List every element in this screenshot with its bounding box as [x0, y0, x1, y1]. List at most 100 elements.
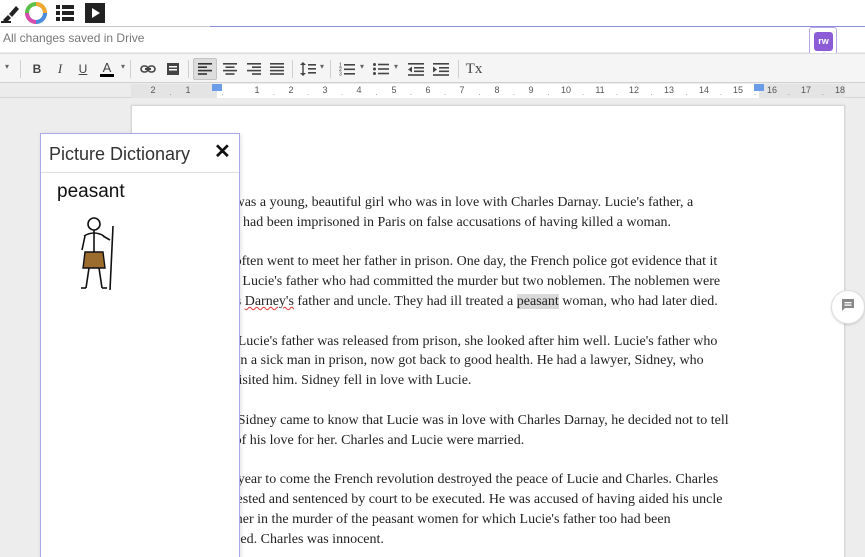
- ruler-tick: ·: [581, 90, 585, 99]
- rw-extension-badge[interactable]: rw: [809, 27, 837, 64]
- numbered-list-icon[interactable]: 123: [336, 58, 358, 80]
- text-color-swatch: [100, 73, 114, 77]
- align-left-icon[interactable]: [193, 58, 217, 80]
- clear-formatting-label: Tx: [465, 60, 483, 77]
- svg-text:3: 3: [339, 72, 342, 77]
- close-icon[interactable]: ✕: [214, 139, 231, 164]
- picture-dictionary-panel: Picture Dictionary ✕ peasant: [40, 133, 240, 557]
- highlighted-word[interactable]: peasant: [516, 293, 559, 309]
- align-right-icon[interactable]: [243, 58, 265, 80]
- ruler-tick: ·: [615, 90, 619, 99]
- ruler-number: 6: [425, 85, 431, 95]
- toolbar-divider: [188, 60, 189, 78]
- ruler-tick: ·: [340, 90, 344, 99]
- increase-indent-icon[interactable]: [429, 58, 453, 80]
- highlighter-icon[interactable]: [0, 2, 22, 24]
- ruler-number: 15: [732, 85, 744, 95]
- ruler-number: 16: [766, 85, 778, 95]
- ruler-number: 4: [356, 85, 362, 95]
- ruler-tick: ·: [547, 90, 550, 99]
- text-span: woman, who had later died.: [558, 293, 718, 309]
- ruler-number: 9: [528, 85, 534, 95]
- document-body[interactable]: ie was a young, beautiful girl who was i…: [221, 193, 781, 557]
- text-line: ie of his love for her. Charles and Luci…: [221, 432, 525, 448]
- paragraph: he year to come the French revolution de…: [221, 470, 781, 549]
- rw-puzzle-icon: rw: [814, 32, 833, 51]
- text-color-dropdown-caret[interactable]: ▾: [121, 62, 125, 71]
- numbered-list-dropdown-caret[interactable]: ▾: [360, 62, 364, 71]
- ruler-tick: ·: [443, 90, 447, 99]
- toolbar-divider: [330, 60, 331, 78]
- ruler-number: 14: [698, 85, 710, 95]
- ruler: 2 1 1 2 3 4 5 6 7 8 9 10 11 12 13 14 15 16 17 18 · · · · · · · · · · ·…: [0, 84, 865, 99]
- insert-comment-icon[interactable]: [162, 58, 184, 80]
- color-wheel-icon[interactable]: [25, 2, 47, 24]
- text-line: been a sick man in prison, now got back …: [221, 353, 704, 369]
- ruler-tick: ·: [753, 90, 757, 99]
- ruler-tick: ·: [375, 90, 378, 99]
- text-span: father and uncle. They had ill treated a: [293, 293, 517, 309]
- bulleted-list-icon[interactable]: [370, 58, 392, 80]
- ruler-number: 2: [288, 85, 294, 95]
- text-line: arrested and sentenced by court to be ex…: [221, 491, 723, 507]
- align-justify-icon[interactable]: [266, 58, 288, 80]
- toolbar-divider: [130, 60, 131, 78]
- ruler-tick: ·: [650, 90, 653, 99]
- text-line: father in the murder of the peasant wome…: [221, 511, 671, 527]
- underline-button[interactable]: U: [73, 58, 93, 80]
- text-line: he year to come the French revolution de…: [221, 472, 719, 488]
- ruler-tick: ·: [719, 90, 723, 99]
- text-line: rles Darney's father and uncle. They had…: [221, 292, 781, 312]
- text-line: en Sidney came to know that Lucie was in…: [221, 412, 729, 428]
- align-center-icon[interactable]: [219, 58, 241, 80]
- ruler-number: 7: [459, 85, 465, 95]
- ruler-tick: ·: [787, 90, 791, 99]
- italic-button[interactable]: I: [50, 58, 70, 80]
- text-line: n visited him. Sidney fell in love with …: [221, 373, 472, 389]
- insert-link-icon[interactable]: [137, 58, 159, 80]
- toolbar-divider: [292, 60, 293, 78]
- formatting-toolbar: ▾ B I U A ▾ ▾ 123 ▾ ▾ Tx: [0, 53, 865, 83]
- text-line: enced. Charles was innocent.: [221, 531, 384, 547]
- ruler-number: 10: [560, 85, 572, 95]
- ruler-number: 18: [834, 85, 846, 95]
- plugin-toolbar: [0, 0, 865, 27]
- ruler-number: 8: [494, 85, 500, 95]
- bulleted-list-dropdown-caret[interactable]: ▾: [394, 62, 398, 71]
- comment-icon: [841, 298, 855, 317]
- play-icon[interactable]: [84, 2, 106, 24]
- ruler-number: 3: [322, 85, 328, 95]
- ruler-number: 13: [663, 85, 675, 95]
- ruler-tick: ·: [478, 90, 481, 99]
- add-comment-button[interactable]: [831, 290, 865, 324]
- font-size-dropdown-caret[interactable]: ▾: [5, 62, 9, 71]
- line-spacing-icon[interactable]: [297, 58, 319, 80]
- ruler-tick: ·: [169, 90, 172, 99]
- ruler-left-margin[interactable]: [131, 84, 217, 98]
- panel-divider: [41, 172, 239, 173]
- line-spacing-dropdown-caret[interactable]: ▾: [320, 62, 324, 71]
- paragraph: en Lucie's father was released from pris…: [221, 332, 781, 391]
- panel-title: Picture Dictionary: [49, 144, 191, 164]
- text-line: not Lucie's father who had committed the…: [221, 274, 721, 290]
- ruler-tick: ·: [272, 90, 276, 99]
- list-icon[interactable]: [54, 2, 76, 24]
- ruler-tick: ·: [306, 90, 310, 99]
- ruler-number: 17: [800, 85, 812, 95]
- paragraph: ie was a young, beautiful girl who was i…: [221, 193, 781, 233]
- ruler-number: 2: [150, 85, 156, 95]
- peasant-figure-icon: [77, 216, 121, 292]
- decrease-indent-icon[interactable]: [404, 58, 428, 80]
- bold-button[interactable]: B: [27, 58, 47, 80]
- clear-formatting-icon[interactable]: Tx: [462, 58, 486, 80]
- misspelled-word[interactable]: Darney's: [245, 294, 294, 309]
- ruler-tick: ·: [409, 90, 413, 99]
- dictionary-word: peasant: [57, 181, 125, 202]
- paragraph: en Sidney came to know that Lucie was in…: [221, 411, 781, 451]
- ruler-tick: ·: [821, 90, 825, 99]
- text-line: tor, had been imprisoned in Paris on fal…: [221, 214, 672, 230]
- text-color-button[interactable]: A: [96, 58, 118, 80]
- paragraph: ie often went to meet her father in pris…: [221, 252, 781, 311]
- ruler-number: 11: [595, 85, 605, 95]
- ruler-number: 1: [254, 85, 260, 95]
